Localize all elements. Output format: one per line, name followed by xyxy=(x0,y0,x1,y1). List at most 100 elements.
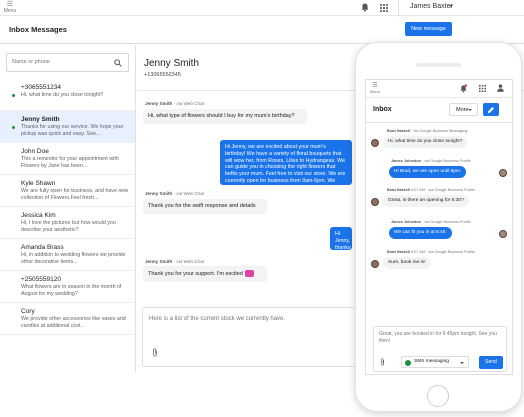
menu-label: Menu xyxy=(3,8,17,14)
conversation-item[interactable]: Kyle Shawn We are fully open for business… xyxy=(0,175,135,207)
more-dropdown[interactable]: More xyxy=(449,103,478,116)
attachment-icon[interactable] xyxy=(152,348,158,357)
unread-dot xyxy=(12,126,15,129)
phone-home-button xyxy=(427,385,449,407)
edit-icon xyxy=(488,107,494,113)
conversation-name: Kyle Shawn xyxy=(21,180,56,187)
conversation-preview: We provide other accessories like vases … xyxy=(21,316,126,329)
more-label: More xyxy=(456,107,469,113)
menu-button[interactable]: ☰ Menu xyxy=(3,1,17,14)
avatar xyxy=(371,198,379,206)
conversation-name: Amanda Brass xyxy=(21,244,64,251)
send-button[interactable]: Send xyxy=(479,356,503,369)
message-meta: Jenny Smith · via Web Chat xyxy=(145,191,204,196)
sender-via: 9:07 AM · via Google Business Profile xyxy=(410,188,475,192)
search-box[interactable] xyxy=(6,53,129,72)
message-meta: Jenny Smith · via Web Chat xyxy=(145,101,204,106)
phone-compose-box[interactable]: Great, you are booked in for 6:45pm toni… xyxy=(373,326,507,372)
phone-page-title: Inbox xyxy=(373,106,392,113)
conversation-name: Cory xyxy=(21,308,35,315)
page-header: Inbox Messages New message xyxy=(0,16,524,44)
conversation-name: John Doe xyxy=(21,148,49,155)
search-input[interactable] xyxy=(12,59,107,65)
bell-icon[interactable] xyxy=(361,3,369,12)
phone-top-bar: ☰ Menu xyxy=(366,80,512,98)
conversation-name: +2505559120 xyxy=(21,276,61,283)
conversation-name: Jenny Smith xyxy=(21,116,60,123)
sender-via: · via Web Chat xyxy=(172,259,204,264)
sender-via: · via Web Chat xyxy=(172,101,204,106)
contact-name: Jenny Smith xyxy=(144,58,200,69)
chevron-down-icon xyxy=(460,361,464,364)
sender-name: Jenny Smith xyxy=(145,191,173,196)
apps-grid-icon[interactable] xyxy=(380,4,388,12)
page-title: Inbox Messages xyxy=(9,25,67,34)
outgoing-message: We can fit you in at 6:45. xyxy=(389,227,452,239)
avatar xyxy=(499,169,507,177)
phone-screen: ☰ Menu Inbox More Brad Haskell · via Goo… xyxy=(365,79,513,375)
phone-compose-input[interactable]: Great, you are booked in for 6:45pm toni… xyxy=(379,331,499,344)
apps-grid-icon[interactable] xyxy=(479,85,486,92)
incoming-message: Sure, book me in! xyxy=(383,257,431,269)
topbar-divider xyxy=(398,0,399,16)
chevron-down-icon xyxy=(468,109,472,111)
conversation-name: +3065551234 xyxy=(21,84,61,91)
user-menu[interactable]: James Baxter xyxy=(410,3,453,10)
phone-menu-label: Menu xyxy=(370,89,381,94)
chevron-down-icon[interactable] xyxy=(449,5,453,8)
sender-name: James Johnston xyxy=(391,220,421,224)
message-meta: Jenny Smith · via Web Chat xyxy=(145,259,204,264)
sender-name: Brad Haskell xyxy=(387,250,411,254)
compose-box[interactable]: Here is a list of the current stock we c… xyxy=(142,307,362,367)
avatar xyxy=(371,139,379,147)
conversation-item[interactable]: Jenny Smith Thanks for using our service.… xyxy=(0,111,135,143)
new-message-button[interactable]: New message xyxy=(405,22,452,36)
conversation-preview: We are fully open for business, and have… xyxy=(21,188,129,201)
outgoing-message: Hi Brad, we are open until 8pm. xyxy=(389,166,467,178)
conversation-item[interactable]: Cory We provide other accessories like va… xyxy=(0,303,135,335)
sender-name: Jenny Smith xyxy=(145,101,173,106)
phone-menu-button[interactable]: ☰ Menu xyxy=(370,83,380,94)
message-meta: James Johnston · via Google Business Pro… xyxy=(391,159,471,163)
contact-phone: +13065552345 xyxy=(144,72,181,78)
avatar xyxy=(499,230,507,238)
conversation-name: Jessica Kim xyxy=(21,212,56,219)
outgoing-message: Hi Jenny, we are excited about your mum'… xyxy=(220,140,352,185)
conversation-preview: Hi, I love the pictures but how would yo… xyxy=(21,220,116,233)
conversation-preview: What flowers are in season in the month … xyxy=(21,284,122,297)
channel-label: SMS messaging xyxy=(414,359,449,364)
message-meta: Brad Haskell 9:07 AM · via Google Busine… xyxy=(387,250,475,254)
incoming-message: Thank you for the swift response and det… xyxy=(143,199,267,214)
phone-mockup: ☰ Menu Inbox More Brad Haskell · via Goo… xyxy=(355,42,522,412)
attachment-icon[interactable] xyxy=(380,358,385,366)
message-meta: James Johnston · via Google Business Pro… xyxy=(391,220,471,224)
incoming-message: Hi, what time do you close tonight? xyxy=(383,136,468,148)
conversation-preview: Hi, in addition to wedding flowers we pr… xyxy=(21,252,126,265)
message-text: Thank you for your support. I'm excited xyxy=(148,270,243,277)
sender-name: James Johnston xyxy=(391,159,421,163)
conversation-preview: Hi, what time do you close tonight? xyxy=(21,92,104,98)
bell-icon[interactable] xyxy=(460,84,467,93)
conversation-item[interactable]: +2505559120 What flowers are in season in… xyxy=(0,271,135,303)
compose-button[interactable] xyxy=(483,103,499,116)
search-icon[interactable] xyxy=(114,59,122,67)
sender-name: Brad Haskell xyxy=(387,188,411,192)
conversation-item[interactable]: Amanda Brass Hi, in addition to wedding f… xyxy=(0,239,135,271)
conversation-item[interactable]: Jessica Kim Hi, I love the pictures but h… xyxy=(0,207,135,239)
conversation-item[interactable]: John Doe This a reminder for your appoint… xyxy=(0,143,135,175)
emoji-icon xyxy=(244,270,254,277)
sender-via: · via Google Business Profile xyxy=(420,220,471,224)
sender-name: Jenny Smith xyxy=(145,259,173,264)
incoming-message: Great, is there an opening for 6:30? xyxy=(383,195,469,207)
conversation-item[interactable]: +3065551234 Hi, what time do you close to… xyxy=(0,79,135,111)
conversation-sidebar: +3065551234Hi, what time do you close to… xyxy=(0,45,136,372)
message-meta: Brad Haskell 9:07 AM · via Google Busine… xyxy=(387,188,475,192)
account-icon[interactable] xyxy=(497,84,504,92)
compose-input[interactable]: Here is a list of the current stock we c… xyxy=(149,316,285,322)
phone-header: Inbox More xyxy=(366,98,512,123)
sender-via: 9:07 AM · via Google Business Profile xyxy=(410,250,475,254)
outgoing-message: Hi Jenny, thanks for using our service. … xyxy=(330,227,352,250)
message-meta: Brad Haskell · via Google Business Messa… xyxy=(387,129,467,133)
channel-select[interactable]: SMS messaging xyxy=(401,356,469,368)
top-bar: ☰ Menu James Baxter xyxy=(0,0,524,16)
